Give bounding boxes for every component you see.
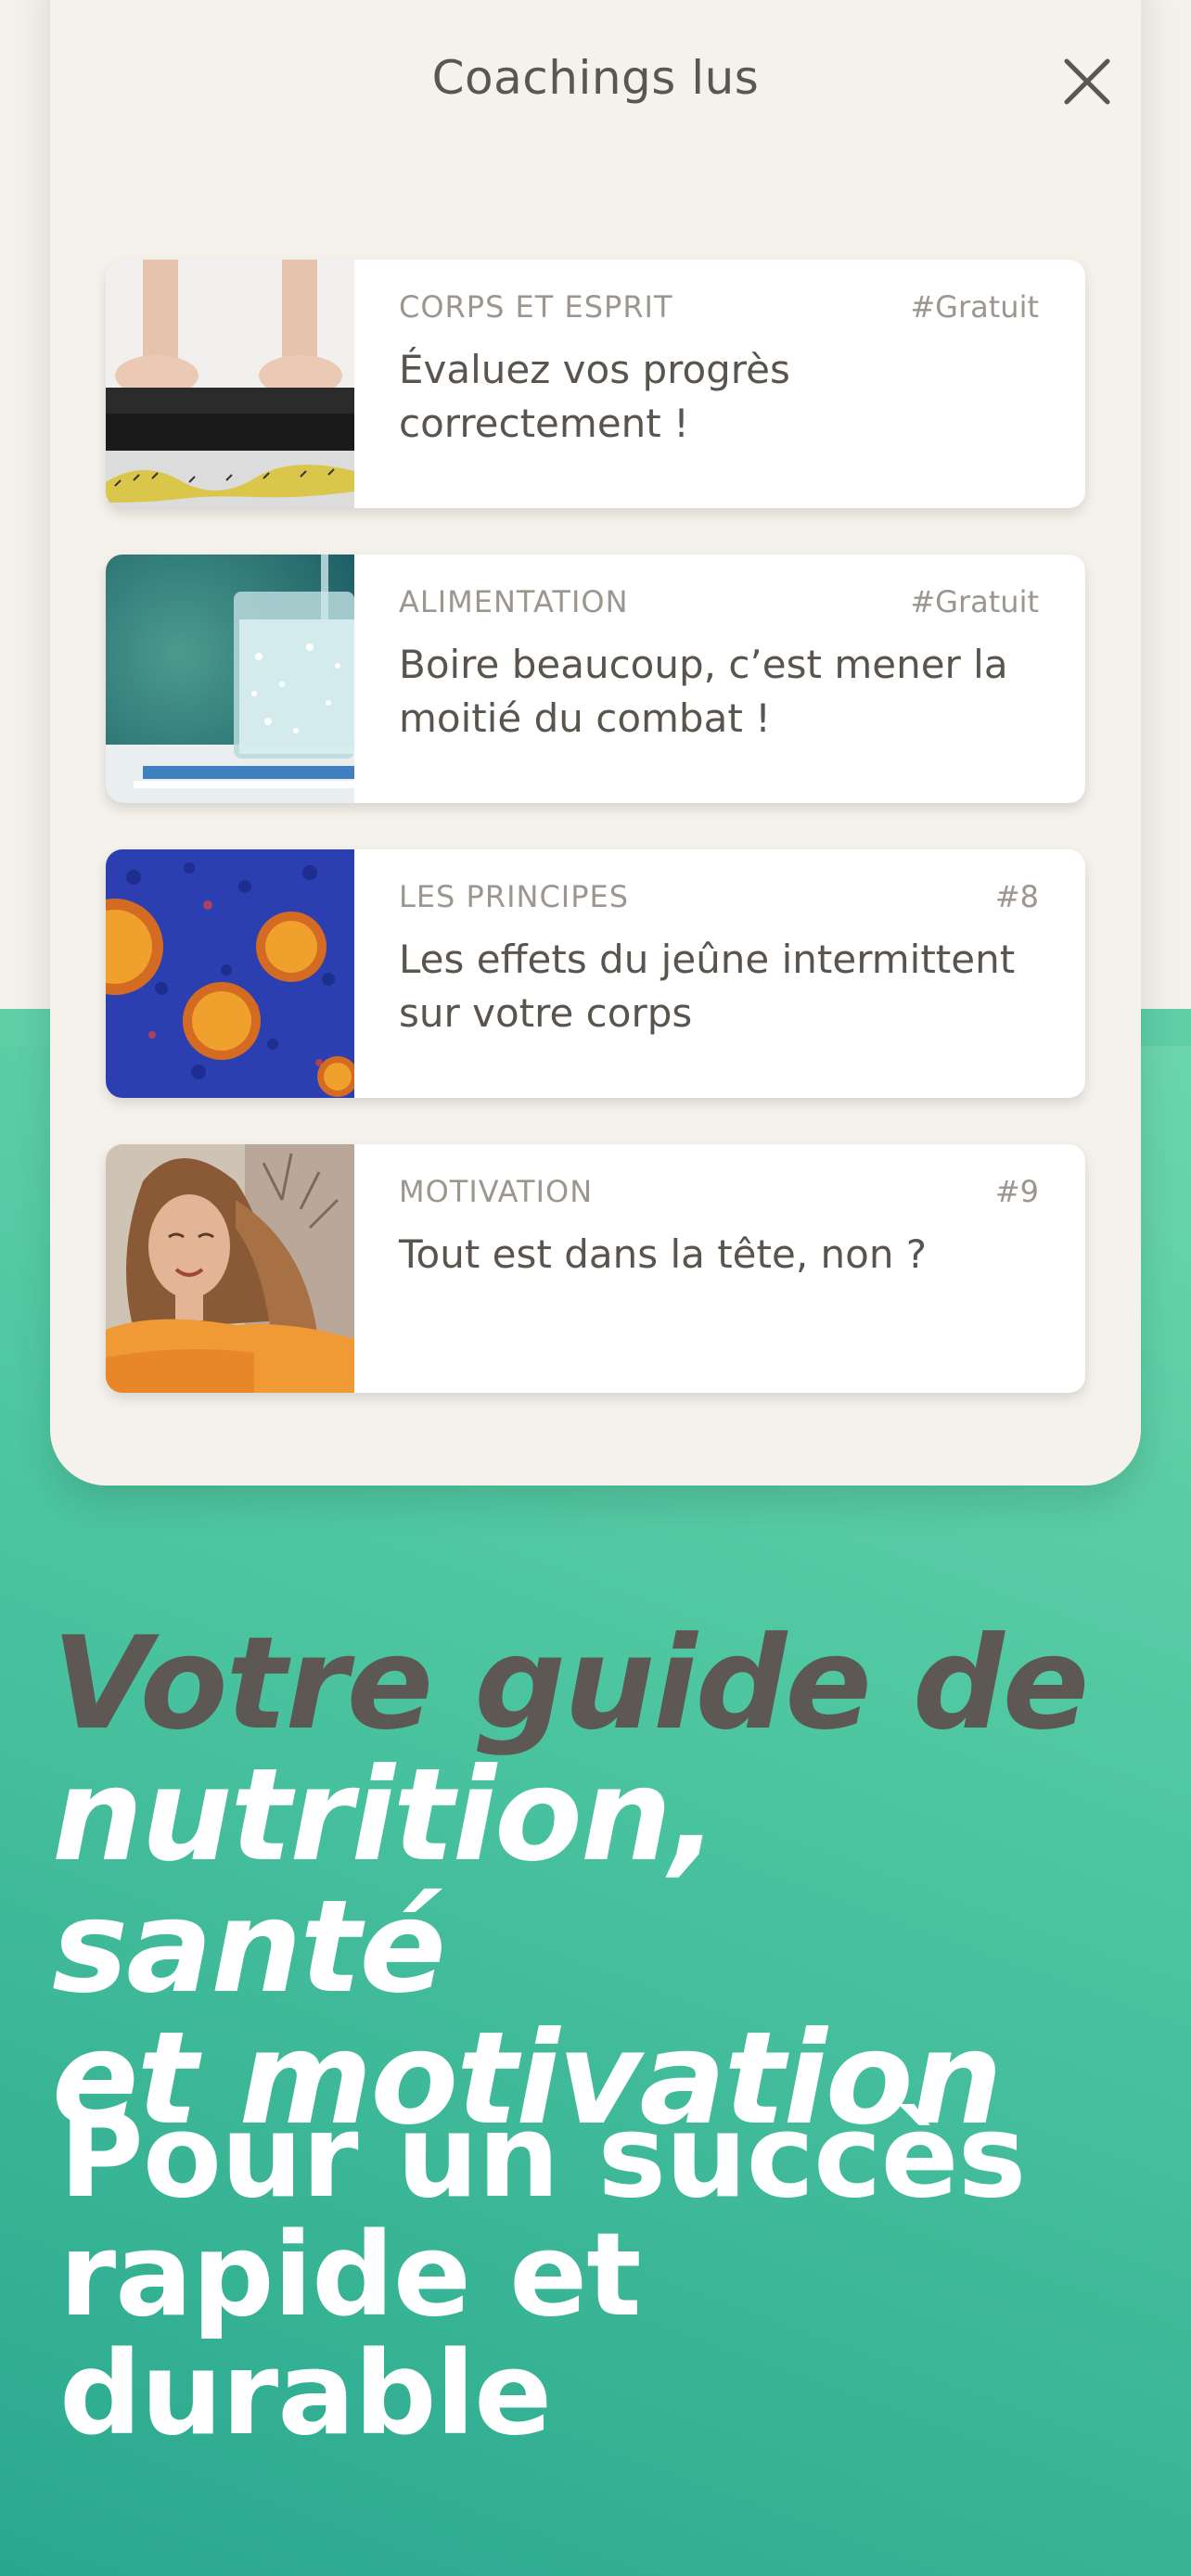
close-button[interactable] [1052,46,1122,117]
card-title: Tout est dans la tête, non ? [399,1231,928,1277]
card-category: CORPS ET ESPRIT [399,289,673,325]
card-tag: #Gratuit [910,289,1039,325]
marketing-headline: Votre guide de nutrition, santé et motiv… [52,1618,1146,2145]
card-tag: #8 [994,879,1039,914]
card-title: Les effets du jeûne intermittent sur vot… [399,937,1016,1036]
sheet-title: Coachings lus [431,51,760,105]
subline-line-2: rapide et durable [59,2209,642,2461]
card-image-scale [106,260,354,508]
card-image-woman [106,1144,354,1393]
coaching-card[interactable]: CORPS ET ESPRIT #Gratuit Évaluez vos pro… [106,260,1085,508]
card-category: LES PRINCIPES [399,879,630,914]
card-tag: #Gratuit [910,584,1039,619]
coaching-card[interactable]: MOTIVATION #9 Tout est dans la tête, non… [106,1144,1085,1393]
coaching-card[interactable]: ALIMENTATION #Gratuit Boire beaucoup, c’… [106,555,1085,803]
card-title: Boire beaucoup, c’est mener la moitié du… [399,642,1008,741]
card-tag: #9 [994,1174,1039,1209]
coaching-card[interactable]: LES PRINCIPES #8 Les effets du jeûne int… [106,849,1085,1098]
card-category: MOTIVATION [399,1174,594,1209]
close-icon [1064,58,1110,105]
card-title: Évaluez vos progrès correctement ! [399,347,790,446]
card-image-cells [106,849,354,1098]
card-image-water [106,555,354,803]
subline-line-1: Pour un succès [59,2090,1026,2224]
coachings-sheet: Coachings lus CORPS ET ESPRIT #Gratuit É… [50,0,1141,1486]
headline-line-2: nutrition, santé [52,1741,719,2021]
headline-line-1: Votre guide de [52,1609,1089,1758]
card-category: ALIMENTATION [399,584,629,619]
marketing-subline: Pour un succès rapide et durable [59,2098,1154,2454]
